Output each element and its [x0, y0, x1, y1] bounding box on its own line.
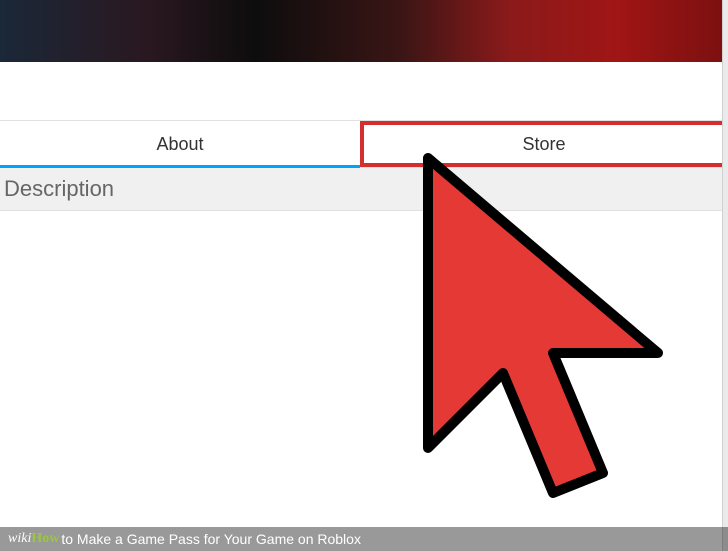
caption-brand-suffix: How [31, 531, 59, 547]
section-header: Description [0, 168, 728, 211]
caption-bar: wiki How to Make a Game Pass for Your Ga… [0, 527, 728, 551]
spacer [0, 62, 728, 120]
caption-brand-prefix: wiki [8, 531, 31, 547]
tab-store-label: Store [522, 134, 565, 155]
right-border [722, 0, 728, 551]
tab-about[interactable]: About [0, 121, 360, 167]
caption-text: to Make a Game Pass for Your Game on Rob… [61, 531, 361, 547]
section-title: Description [4, 176, 724, 202]
tab-about-label: About [156, 134, 203, 155]
tabs-row: About Store [0, 120, 728, 168]
game-banner [0, 0, 728, 62]
description-content [0, 211, 728, 551]
tab-store[interactable]: Store [360, 121, 728, 167]
